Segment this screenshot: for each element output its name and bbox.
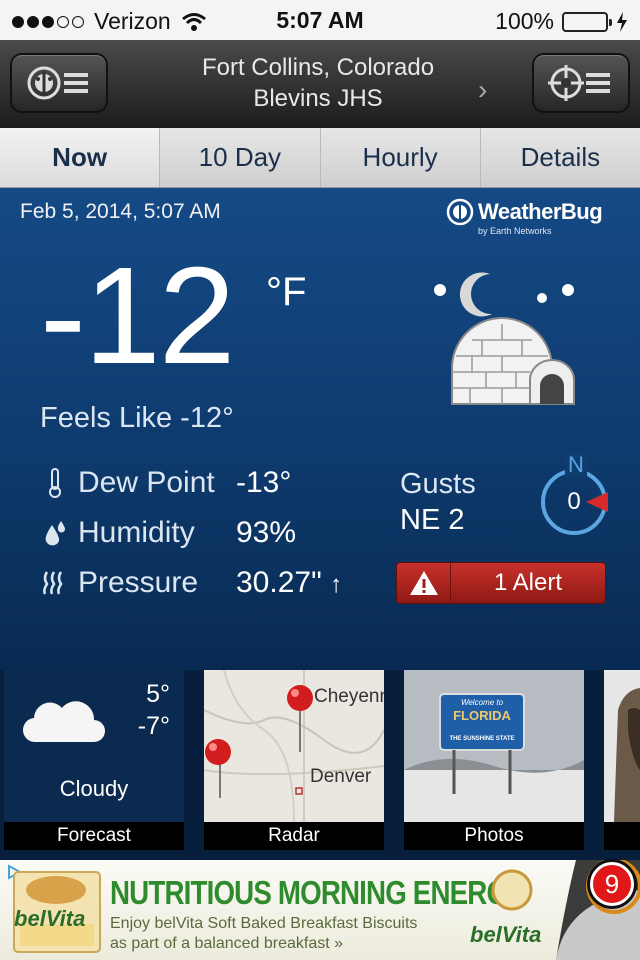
video-caption: [604, 822, 640, 850]
locations-button[interactable]: [532, 53, 630, 113]
sign-top-text: Welcome to: [460, 698, 504, 707]
tab-details[interactable]: Details: [481, 128, 640, 187]
app-screen: Verizon 5:07 AM 100% Fort Collins, Color…: [0, 0, 640, 960]
soft-baked-seal-icon: [491, 869, 533, 911]
radar-label-cheyenne: Cheyenn: [314, 686, 384, 707]
feels-like-label: Feels Like: [40, 402, 173, 434]
photos-caption: Photos: [404, 822, 584, 850]
pressure-trend-arrow-icon: ↑: [330, 571, 343, 598]
pressure-value-group: 30.27" ↑: [236, 566, 342, 600]
forecast-caption: Forecast: [4, 822, 184, 850]
warning-icon: [397, 563, 451, 603]
sign-main-text: FLORIDA: [453, 708, 511, 723]
current-conditions-panel: Feb 5, 2014, 5:07 AM WeatherBug by Earth…: [0, 188, 640, 670]
wind-compass[interactable]: N 0: [538, 452, 610, 536]
ad-headline: NUTRITIOUS MORNING ENERGY: [110, 874, 526, 911]
photos-tile[interactable]: Welcome to FLORIDA THE SUNSHINE STATE Ph…: [404, 670, 584, 850]
weatherbug-logo: WeatherBug by Earth Networks: [446, 198, 603, 236]
video-thumbnail: [604, 670, 640, 822]
compass-value: 0: [567, 488, 581, 515]
location-city: Fort Collins, Colorado: [201, 54, 435, 81]
brand-sub: by Earth Networks: [478, 226, 552, 236]
pressure-value: 30.27": [236, 566, 322, 599]
notification-badge[interactable]: 9: [590, 862, 634, 906]
ad-product-brand: belVita: [14, 906, 86, 931]
observation-date: Feb 5, 2014, 5:07 AM: [20, 200, 221, 223]
location-header: Fort Collins, Colorado Blevins JHS ›: [0, 40, 640, 128]
sign-bottom-text: THE SUNSHINE STATE: [449, 736, 515, 742]
current-temperature: -12: [40, 239, 235, 393]
humidity-row: Humidity 93%: [40, 516, 296, 550]
battery-percent: 100%: [495, 8, 554, 34]
ad-body: Enjoy belVita Soft Baked Breakfast Biscu…: [110, 914, 417, 954]
location-station: Blevins JHS: [253, 85, 383, 112]
feels-like-value: -12°: [180, 402, 234, 434]
advertisement-banner[interactable]: belVita NUTRITIOUS MORNING ENERGY Enjoy …: [0, 860, 640, 960]
humidity-value: 93%: [236, 516, 297, 549]
location-title[interactable]: Fort Collins, Colorado Blevins JHS: [120, 52, 516, 114]
video-tile[interactable]: [604, 670, 640, 850]
pressure-label: Pressure: [78, 566, 199, 599]
radar-tile[interactable]: Cheyenn Denver Radar: [204, 670, 384, 850]
chevron-right-icon[interactable]: ›: [478, 74, 487, 106]
menu-button[interactable]: [10, 53, 108, 113]
dew-point-label: Dew Point: [78, 466, 215, 499]
forecast-tile[interactable]: 5° -7° Cloudy Forecast: [4, 670, 184, 850]
igloo-night-icon: [434, 272, 575, 405]
feels-like: Feels Like -12°: [40, 402, 234, 435]
battery-group: 100%: [495, 8, 628, 35]
forecast-condition: Cloudy: [59, 776, 129, 801]
ad-line-2: as part of a balanced breakfast »: [110, 935, 344, 952]
humidity-drops-icon: [40, 519, 70, 547]
pressure-waves-icon: [40, 570, 70, 596]
brand-name: WeatherBug: [478, 199, 603, 224]
charging-bolt-icon: [617, 11, 627, 32]
status-bar: Verizon 5:07 AM 100%: [0, 0, 640, 40]
thermometer-icon: [40, 467, 70, 499]
tab-hourly[interactable]: Hourly: [321, 128, 481, 187]
weatherbug-bug-icon: [446, 198, 474, 226]
radar-label-denver: Denver: [310, 766, 372, 787]
florida-sign-photo: [404, 670, 584, 822]
humidity-label: Humidity: [78, 516, 195, 549]
cloud-icon: [22, 701, 105, 743]
weatherbug-menu-icon: [27, 66, 88, 100]
radar-caption: Radar: [204, 822, 384, 850]
feature-tiles: 5° -7° Cloudy Forecast Cheyenn Denver Ra…: [0, 670, 640, 860]
forecast-low: -7°: [137, 712, 170, 740]
tab-now[interactable]: Now: [0, 128, 161, 187]
battery-icon: [562, 11, 612, 32]
dew-point-value: -13°: [236, 466, 292, 499]
ad-line-1: Enjoy belVita Soft Baked Breakfast Biscu…: [110, 915, 418, 932]
dew-point-row: Dew Point -13°: [40, 466, 291, 500]
location-target-icon: [548, 65, 610, 101]
compass-direction: N: [565, 452, 587, 478]
tab-10-day[interactable]: 10 Day: [160, 128, 321, 187]
temperature-unit: °F: [266, 270, 307, 314]
gusts-label: Gusts: [400, 468, 476, 500]
view-tabs: Now 10 Day Hourly Details: [0, 128, 640, 188]
gusts-value: NE 2: [400, 504, 465, 536]
alert-text: 1 Alert: [493, 569, 563, 596]
alert-button[interactable]: 1 Alert: [396, 562, 606, 604]
ad-brand-logo: belVita: [470, 922, 542, 947]
forecast-high: 5°: [146, 680, 170, 708]
pressure-row: Pressure 30.27" ↑: [40, 566, 342, 600]
